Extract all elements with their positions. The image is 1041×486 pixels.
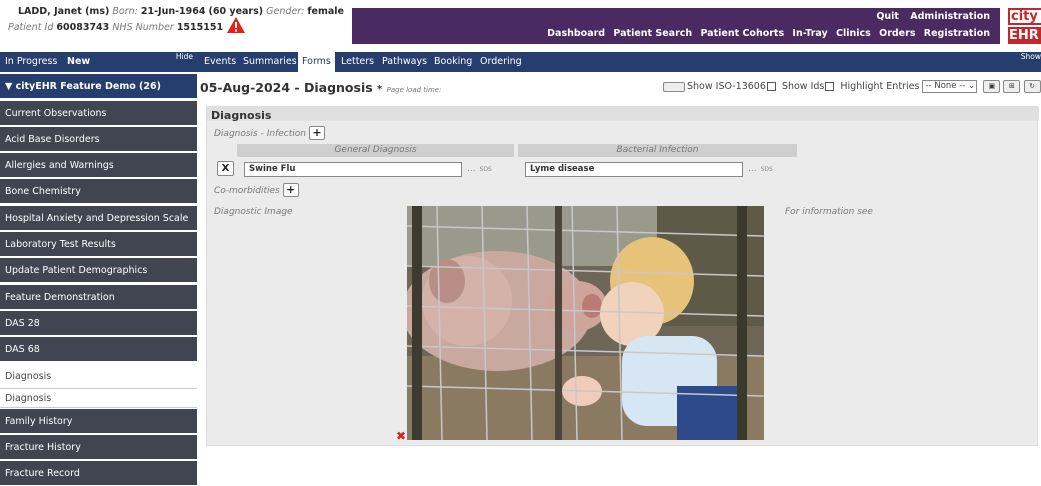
patient-banner: LADD, Janet (ms) Born: 21-Jun-1964 (60 y… — [4, 2, 349, 44]
quit-link[interactable]: Quit — [876, 11, 899, 22]
sidebar-item-laboratory-test-results[interactable]: Laboratory Test Results — [0, 232, 197, 257]
tab-forms[interactable]: Forms — [298, 52, 335, 72]
main-menu-banner: Quit Administration Dashboard Patient Se… — [352, 8, 1000, 44]
bacterial-infection-field[interactable]: Lyme disease — [525, 162, 743, 177]
sidebar-item-allergies-and-warnings[interactable]: Allergies and Warnings — [0, 153, 197, 178]
nav-clinics[interactable]: Clinics — [836, 28, 871, 39]
col-general-diagnosis: General Diagnosis — [237, 144, 514, 157]
sidebar-item-das-28[interactable]: DAS 28 — [0, 311, 197, 336]
sidebar-item-das-68[interactable]: DAS 68 — [0, 337, 197, 362]
show-iso-label: Show ISO-13606 — [687, 81, 766, 92]
infection-label: Diagnosis - Infection — [214, 129, 306, 139]
comorbidities-row: Co-morbidities + — [214, 183, 299, 197]
sidebar-header: In Progress New Hide — [0, 52, 197, 72]
sidebar-item-bone-chemistry[interactable]: Bone Chemistry — [0, 179, 197, 204]
general-diagnosis-field[interactable]: Swine Flu — [244, 162, 462, 177]
sidebar-item-current-observations[interactable]: Current Observations — [0, 101, 197, 126]
logo-ehr: EHR — [1008, 27, 1041, 44]
patient-line-1: LADD, Janet (ms) Born: 21-Jun-1964 (60 y… — [18, 6, 344, 17]
remove-image-icon[interactable]: ✖ — [396, 429, 406, 443]
in-progress-tab[interactable]: In Progress — [5, 56, 57, 67]
sidebar-item-fracture-record[interactable]: Fracture Record — [0, 461, 197, 486]
born-date: 21-Jun-1964 — [140, 6, 206, 17]
sidebar-item-feature-demonstration[interactable]: Feature Demonstration — [0, 285, 197, 310]
sidebar-item-acid-base-disorders[interactable]: Acid Base Disorders — [0, 127, 197, 152]
record-tabs: Events Summaries Forms Letters Pathways … — [197, 52, 1041, 72]
patient-id: 60083743 — [56, 22, 110, 33]
new-tab[interactable]: New — [67, 56, 90, 67]
patient-line-2: Patient Id 60083743 NHS Number 1515151 — [8, 22, 223, 33]
highlight-select[interactable]: -- None -- ⌄ — [922, 80, 978, 93]
diagnostic-image — [407, 206, 764, 440]
information-label: For information see — [785, 207, 873, 217]
logo-city: city — [1008, 8, 1041, 25]
modified-marker: * — [377, 84, 383, 95]
general-diagnosis-suffix: ... SDS — [467, 164, 492, 174]
sidebar-item-diagnosis[interactable]: Diagnosis — [0, 364, 197, 389]
save-icon[interactable]: ▣ — [983, 80, 1001, 93]
highlight-label: Highlight Entries — [840, 81, 920, 92]
sidebar-item-update-patient-demographics[interactable]: Update Patient Demographics — [0, 258, 197, 283]
general-lookup-dots[interactable]: ... — [467, 164, 476, 174]
main-nav: Dashboard Patient Search Patient Cohorts… — [542, 28, 990, 39]
diagnostic-image-label: Diagnostic Image — [214, 207, 293, 217]
cityehr-logo: city EHR — [1004, 8, 1041, 44]
nhs-number: 1515151 — [176, 22, 224, 33]
nav-patient-search[interactable]: Patient Search — [613, 28, 692, 39]
form-title-text: 05-Aug-2024 - Diagnosis — [200, 80, 373, 95]
header: LADD, Janet (ms) Born: 21-Jun-1964 (60 y… — [0, 0, 1041, 52]
sidebar-group-header[interactable]: ▼ cityEHR Feature Demo (26) — [0, 74, 197, 99]
sidebar-item-family-history[interactable]: Family History — [0, 409, 197, 434]
nav-dashboard[interactable]: Dashboard — [547, 28, 605, 39]
tab-letters[interactable]: Letters — [337, 52, 378, 72]
nhs-label: NHS Number — [112, 22, 174, 33]
highlight-select-value: -- None -- — [925, 81, 966, 91]
tab-summaries[interactable]: Summaries — [239, 52, 301, 72]
tab-pathways[interactable]: Pathways — [378, 52, 431, 72]
bacterial-infection-suffix: ... SDS — [748, 164, 773, 174]
nav-in-tray[interactable]: In-Tray — [792, 28, 827, 39]
gender-value: female — [307, 6, 344, 17]
comorbidities-label: Co-morbidities — [214, 186, 280, 196]
refresh-icon[interactable]: ↻ — [1023, 80, 1041, 93]
hide-sidebar-button[interactable]: Hide — [176, 52, 193, 61]
tab-booking[interactable]: Booking — [430, 52, 476, 72]
tab-ordering[interactable]: Ordering — [476, 52, 526, 72]
nav-registration[interactable]: Registration — [924, 28, 990, 39]
nav-orders[interactable]: Orders — [879, 28, 915, 39]
iso-icon[interactable] — [663, 81, 685, 92]
remove-row-button[interactable]: X — [217, 161, 234, 176]
patient-name: LADD, Janet (ms) — [18, 6, 110, 17]
patient-id-label: Patient Id — [8, 22, 54, 33]
general-sds-label: SDS — [479, 166, 492, 173]
add-infection-button[interactable]: + — [308, 126, 325, 140]
col-bacterial-infection: Bacterial Infection — [518, 144, 797, 157]
born-label: Born: — [112, 6, 138, 17]
form-title: 05-Aug-2024 - Diagnosis * Page load time… — [200, 80, 441, 95]
print-preview-icon[interactable]: ⊞ — [1003, 80, 1021, 93]
add-comorbidity-button[interactable]: + — [282, 183, 299, 197]
show-iso-checkbox[interactable] — [766, 82, 776, 91]
top-links: Quit Administration — [868, 11, 990, 22]
gender-label: Gender: — [266, 6, 305, 17]
bacterial-lookup-dots[interactable]: ... — [748, 164, 757, 174]
sidebar-item-fracture-history[interactable]: Fracture History — [0, 435, 197, 460]
infection-label-row: Diagnosis - Infection + — [214, 126, 325, 140]
show-ids-label: Show Ids — [781, 81, 825, 92]
warning-icon[interactable] — [226, 16, 246, 34]
show-ids-checkbox[interactable] — [825, 82, 835, 91]
administration-link[interactable]: Administration — [910, 11, 990, 22]
page-load-label: Page load time: — [386, 86, 442, 94]
app-root: LADD, Janet (ms) Born: 21-Jun-1964 (60 y… — [0, 0, 1041, 486]
sidebar-item-hads[interactable]: Hospital Anxiety and Depression Scale — [0, 206, 197, 231]
section-title: Diagnosis — [211, 109, 272, 122]
sidebar-item-diagnosis-active[interactable]: Diagnosis — [0, 390, 197, 408]
form-toolbar: Show ISO-13606 Show Ids Highlight Entrie… — [663, 80, 1041, 93]
show-panel-button[interactable]: Show — [1021, 52, 1041, 61]
bacterial-sds-label: SDS — [760, 166, 773, 173]
tab-events[interactable]: Events — [200, 52, 240, 72]
nav-patient-cohorts[interactable]: Patient Cohorts — [700, 28, 784, 39]
section-title-bar — [207, 107, 1039, 121]
